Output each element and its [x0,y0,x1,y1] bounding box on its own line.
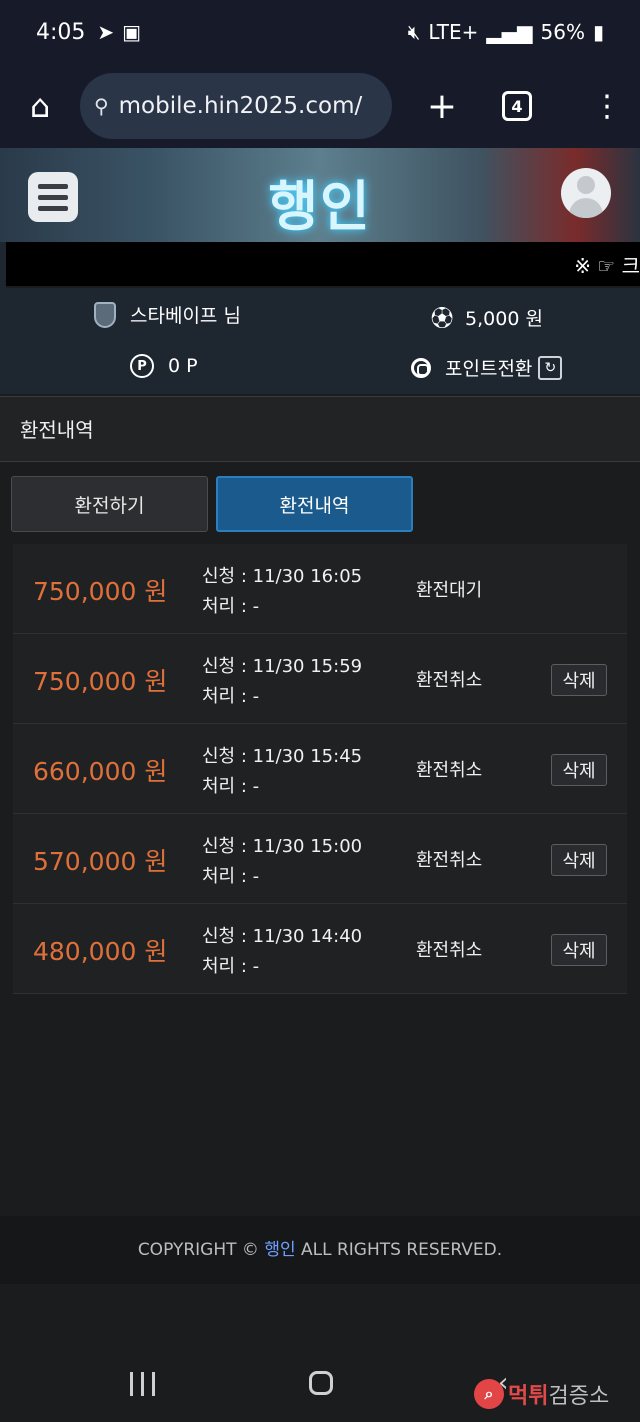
dates: 신청 : 11/30 15:00 처리 : - [202,832,362,892]
copyright-suffix: ALL RIGHTS RESERVED. [295,1240,503,1260]
browser-toolbar: ⌂ ⚲ mobile.hin2025.com/ + 4 ⋮ [0,64,640,148]
history-row: 570,000 원 신청 : 11/30 15:00 처리 : - 환전취소 삭… [13,814,627,904]
battery-level: 56% [540,20,585,44]
mute-icon: 🔇︎ [407,20,421,44]
processed-time: 처리 : - [202,776,260,797]
battery-icon: ▮ [592,20,604,44]
new-tab-icon[interactable]: + [422,86,462,127]
status: 환전취소 [416,850,483,871]
refresh-icon[interactable]: ↻ [538,355,563,380]
processed-time: 처리 : - [202,596,260,617]
amount: 660,000 원 [33,757,168,786]
dates: 신청 : 11/30 15:45 처리 : - [202,742,362,802]
history-row: 750,000 원 신청 : 11/30 16:05 처리 : - 환전대기 [13,544,627,634]
delete-button[interactable]: 삭제 [551,754,607,786]
dates: 신청 : 11/30 15:59 처리 : - [202,652,362,712]
user-info-panel: 스타베이프 님 ⚽︎ 5,000 원 P 0 P 포인트전환 ↻ [0,288,640,394]
notice-marquee: ※ ☞ 크 [6,242,640,286]
footer-brand[interactable]: 행인 [264,1240,295,1260]
marquee-text: ※ ☞ 크 [574,254,640,278]
status: 환전취소 [416,760,483,781]
status: 환전취소 [416,670,483,691]
history-row: 750,000 원 신청 : 11/30 15:59 처리 : - 환전취소 삭… [13,634,627,724]
image-icon: ▣ [122,20,142,44]
amount: 570,000 원 [33,847,168,876]
tab-exchange[interactable]: 환전하기 [11,476,208,532]
menu-icon[interactable]: ⋮ [592,89,622,124]
balance: 5,000 원 [465,307,543,330]
request-time: 신청 : 11/30 15:59 [202,656,363,677]
network-indicator: LTE+ [428,20,479,44]
recent-apps-icon[interactable] [130,1372,155,1396]
point-convert-label[interactable]: 포인트전환 [445,354,532,381]
watermark-search-icon: ⌕ [474,1379,504,1409]
processed-time: 처리 : - [202,956,260,977]
history-row: 660,000 원 신청 : 11/30 15:45 처리 : - 환전취소 삭… [13,724,627,814]
amount: 750,000 원 [33,577,168,606]
status-bar: 4:05 ➤ ▣ 🔇︎ LTE+ ▂▄▆ 56% ▮ [0,0,640,64]
status: 환전취소 [416,940,483,961]
soccer-ball-icon: ⚽︎ [431,307,454,332]
exchange-history-list: 750,000 원 신청 : 11/30 16:05 처리 : - 환전대기 7… [13,544,627,994]
request-time: 신청 : 11/30 15:45 [202,746,363,767]
processed-time: 처리 : - [202,866,260,887]
processed-time: 처리 : - [202,686,260,707]
tabs-icon[interactable]: 4 [502,91,532,121]
delete-button[interactable]: 삭제 [551,664,607,696]
copyright-prefix: COPYRIGHT © [137,1240,265,1260]
tab-exchange-history[interactable]: 환전내역 [216,476,413,532]
address-bar[interactable]: ⚲ mobile.hin2025.com/ [80,73,392,139]
status: 환전대기 [416,580,483,601]
rank-badge-icon [94,301,116,328]
telegram-icon: ➤ [97,20,115,44]
signal-icon: ▂▄▆ [486,20,533,44]
username-item: 스타베이프 님 [94,301,241,328]
footer: COPYRIGHT © 행인 ALL RIGHTS RESERVED. [0,1216,640,1284]
home-button-icon[interactable] [309,1371,333,1395]
request-time: 신청 : 11/30 14:40 [202,926,363,947]
point-convert-item[interactable]: 포인트전환 ↻ [411,354,563,381]
request-time: 신청 : 11/30 15:00 [202,836,363,857]
url-text: mobile.hin2025.com/ [118,93,363,119]
home-icon[interactable]: ⌂ [0,87,80,125]
request-time: 신청 : 11/30 16:05 [202,566,363,587]
watermark-part-a: 먹튀 [508,1384,549,1409]
delete-button[interactable]: 삭제 [551,934,607,966]
site-settings-icon[interactable]: ⚲ [94,94,109,118]
points-item: P 0 P [130,354,198,378]
watermark-part-b: 검증소 [548,1384,610,1409]
dates: 신청 : 11/30 14:40 처리 : - [202,922,362,982]
tab-count: 4 [511,96,523,116]
user-avatar-icon[interactable] [561,168,611,218]
delete-button[interactable]: 삭제 [551,844,607,876]
dates: 신청 : 11/30 16:05 처리 : - [202,562,362,622]
site-logo[interactable]: 행인 [0,162,640,241]
balance-item: ⚽︎ 5,000 원 [431,301,543,333]
amount: 750,000 원 [33,667,168,696]
page-title: 환전내역 [0,396,640,462]
point-icon: P [130,354,154,378]
watermark: ⌕ 먹튀 검증소 [474,1378,609,1410]
site-header: 행인 [0,148,640,242]
hamburger-menu-icon[interactable] [28,172,78,222]
target-icon [411,357,431,378]
clock: 4:05 [36,19,86,45]
username: 스타베이프 님 [130,305,241,327]
amount: 480,000 원 [33,937,168,966]
points: 0 P [168,355,198,377]
history-row: 480,000 원 신청 : 11/30 14:40 처리 : - 환전취소 삭… [13,904,627,994]
